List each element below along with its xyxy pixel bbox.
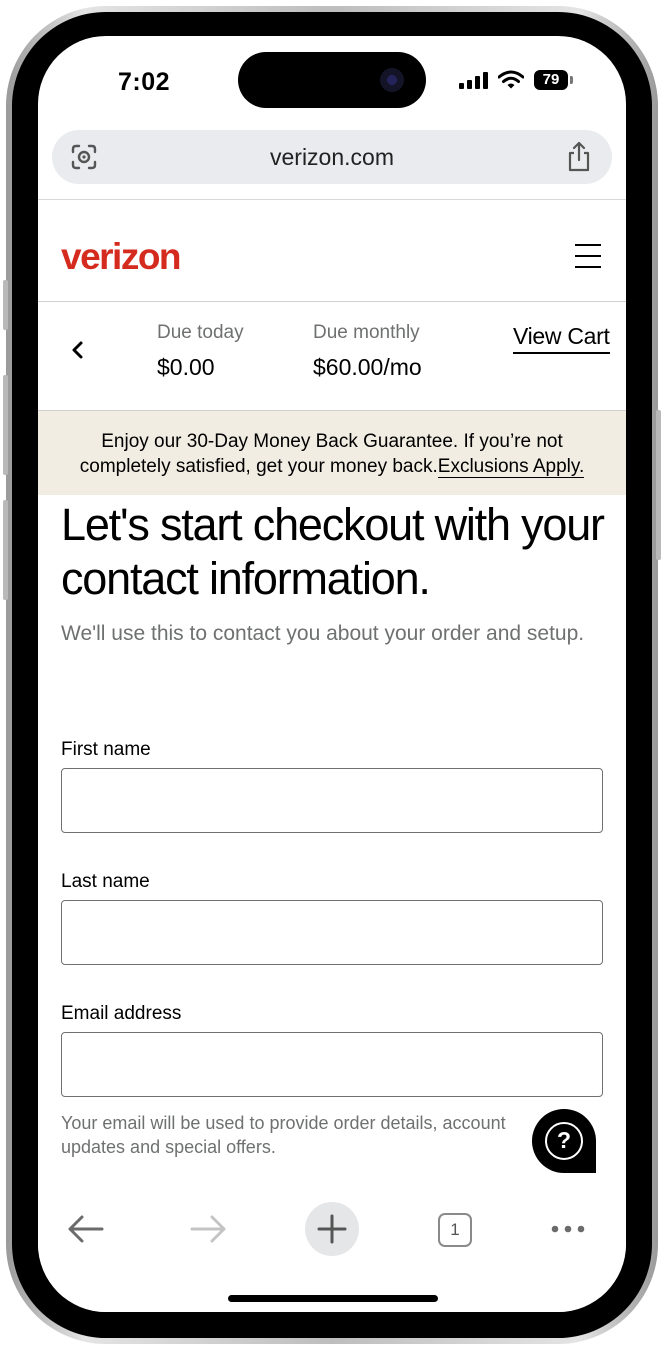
- url-text[interactable]: verizon.com: [52, 144, 612, 171]
- due-monthly-value: $60.00/mo: [313, 354, 422, 380]
- banner-line-1: Enjoy our 30-Day Money Back Guarantee. I…: [101, 431, 563, 452]
- front-camera: [380, 68, 404, 92]
- status-time: 7:02: [118, 68, 171, 96]
- address-divider: [38, 199, 626, 200]
- due-today-label: Due today: [157, 322, 244, 343]
- last-name-label: Last name: [61, 871, 150, 892]
- chevron-left-icon[interactable]: [68, 338, 88, 362]
- battery-icon: 79: [534, 70, 573, 90]
- guarantee-banner: Enjoy our 30-Day Money Back Guarantee. I…: [38, 411, 626, 495]
- due-today-value: $0.00: [157, 354, 215, 380]
- last-name-field[interactable]: [61, 900, 603, 965]
- help-chat-button[interactable]: ?: [532, 1109, 596, 1173]
- plus-icon: [317, 1214, 347, 1244]
- email-label: Email address: [61, 1003, 182, 1024]
- cellular-signal-icon: [459, 71, 488, 89]
- banner-line-2: completely satisfied, get your money bac…: [38, 454, 626, 479]
- page-subtitle: We'll use this to contact you about your…: [61, 622, 585, 645]
- header-divider: [38, 301, 626, 302]
- exclusions-apply-link[interactable]: Exclusions Apply.: [437, 456, 585, 478]
- due-monthly-label: Due monthly: [313, 322, 420, 343]
- email-note: Your email will be used to provide order…: [61, 1113, 506, 1157]
- back-arrow-icon[interactable]: [66, 1202, 106, 1256]
- new-tab-button[interactable]: [305, 1202, 359, 1256]
- verizon-logo[interactable]: verizon: [61, 236, 182, 278]
- first-name-field[interactable]: [61, 768, 603, 833]
- hamburger-menu-icon[interactable]: [575, 244, 601, 268]
- chat-help-icon: ?: [545, 1122, 583, 1160]
- more-options-icon[interactable]: [548, 1202, 588, 1256]
- view-cart-link[interactable]: View Cart: [513, 323, 610, 354]
- status-icons: 79: [459, 70, 573, 90]
- home-indicator[interactable]: [228, 1295, 438, 1302]
- silent-switch: [3, 280, 8, 330]
- volume-up-button: [3, 375, 8, 475]
- tabs-button[interactable]: 1: [438, 1213, 472, 1247]
- forward-arrow-icon[interactable]: [188, 1202, 228, 1256]
- dynamic-island: [238, 52, 426, 108]
- address-bar[interactable]: verizon.com: [52, 130, 612, 184]
- page-title: Let's start checkout with your contact i…: [61, 499, 605, 604]
- banner-text: completely satisfied, get your money bac…: [79, 456, 438, 477]
- volume-down-button: [3, 500, 8, 600]
- power-button: [656, 410, 661, 560]
- wifi-icon: [498, 70, 524, 89]
- first-name-label: First name: [61, 739, 151, 760]
- share-icon[interactable]: [566, 141, 592, 173]
- email-field[interactable]: [61, 1032, 603, 1097]
- screen: 7:02 79 verizon.com verizon Due today $0…: [38, 36, 626, 1312]
